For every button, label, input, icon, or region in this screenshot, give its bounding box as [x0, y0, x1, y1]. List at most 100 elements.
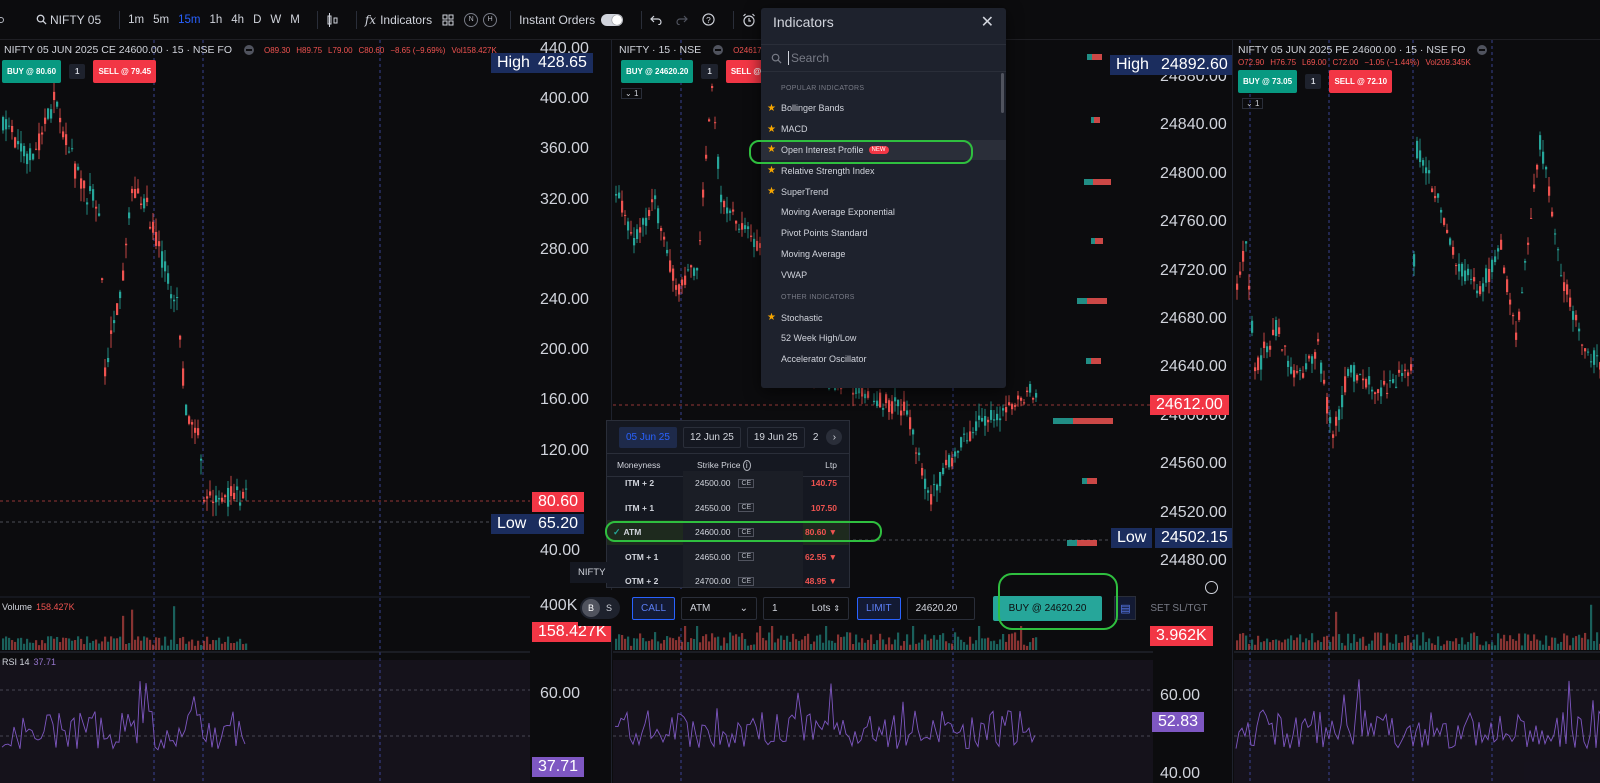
order-symbol-tab[interactable]: NIFTY [570, 562, 614, 583]
n-circle-button[interactable]: N [464, 12, 479, 27]
qty-box[interactable]: 1 [701, 64, 718, 79]
indicator-item[interactable]: VWAP [761, 264, 1006, 285]
place-buy-button[interactable]: BUY @ 24620.20 [992, 595, 1103, 621]
candle-body [149, 226, 152, 229]
strike-select[interactable]: ATM ⌄ [681, 596, 758, 620]
expiry-date-chip[interactable]: 19 Jun 25 [746, 426, 805, 448]
candle-body [1266, 346, 1269, 353]
indicator-item[interactable]: Moving Average Exponential [761, 202, 1006, 223]
indicator-item[interactable]: ★ Open Interest Profile NEW [761, 139, 1006, 161]
minimize-icon[interactable] [1205, 581, 1218, 594]
buy-button[interactable]: BUY @ 73.05 [1238, 70, 1298, 93]
sell-button[interactable]: SELL @ 79.45 [93, 60, 157, 83]
chart-type-icon[interactable] [326, 12, 338, 27]
timeframe-w[interactable]: W [270, 14, 281, 26]
chevron-right-icon[interactable]: › [826, 429, 843, 445]
volume-bar [38, 645, 41, 650]
indicator-item[interactable]: ★ SuperTrend [761, 181, 1006, 202]
volume-tag: 3.962K [1150, 626, 1213, 646]
volume-bar [1320, 642, 1323, 650]
candle-body [906, 410, 909, 415]
stepper-icon[interactable]: ⇕ [833, 604, 840, 613]
timeframe-15m[interactable]: 15m [178, 14, 200, 26]
set-sl-tgt-button[interactable]: SET SL/TGT [1150, 603, 1207, 614]
chain-row[interactable]: OTM + 1 24650.00 CE 62.55 ▼ [607, 544, 849, 569]
candle-body [1329, 417, 1332, 424]
document-icon[interactable]: ▤ [1114, 596, 1137, 620]
price-input[interactable]: 24620.20 [906, 596, 975, 620]
indicator-item[interactable]: Moving Average [761, 244, 1006, 265]
buy-button[interactable]: BUY @ 24620.20 [621, 60, 694, 83]
indicator-search-input[interactable]: Search [761, 44, 1006, 72]
toggle-switch[interactable] [601, 13, 624, 26]
volume-bar [879, 633, 882, 650]
volume-bar [170, 639, 173, 650]
settings-icon[interactable] [0, 14, 8, 26]
close-icon[interactable]: ✕ [981, 12, 994, 32]
candle-body [1308, 355, 1311, 359]
indicator-item[interactable]: ★ MACD [761, 119, 1006, 140]
qty-box[interactable]: 1 [69, 64, 86, 79]
timeframe-1h[interactable]: 1h [209, 14, 222, 26]
alarm-clock-icon[interactable] [742, 13, 756, 27]
left-chart-pane[interactable]: NIFTY 05 JUN 2025 CE 24600.00 · 15 · NSE… [0, 40, 612, 783]
timeframe-1m[interactable]: 1m [128, 14, 144, 26]
expiry-date-chip[interactable]: 05 Jun 25 [619, 426, 677, 448]
sell-button[interactable]: SELL @ 72.10 [1329, 70, 1393, 93]
buy-toggle[interactable]: B [582, 599, 600, 617]
indicator-item[interactable]: ★ Stochastic [761, 307, 1006, 328]
candle-body [894, 397, 897, 402]
indicator-item[interactable]: 52 Week High/Low [761, 328, 1006, 349]
timeframe-4h[interactable]: 4h [231, 14, 244, 26]
chain-row[interactable]: ITM + 1 24550.00 CE 107.50 [607, 495, 849, 520]
indicator-collapse-button[interactable]: ⌄ 1 [1242, 98, 1264, 109]
limit-button[interactable]: LIMIT [857, 596, 901, 620]
indicator-item[interactable]: ★ Bollinger Bands [761, 98, 1006, 119]
indicator-item[interactable]: Accelerator Oscillator [761, 349, 1006, 370]
volume-bar [1536, 639, 1539, 650]
candle-body [1254, 367, 1257, 372]
instant-orders-toggle[interactable]: Instant Orders [519, 13, 624, 27]
expiry-date-chip[interactable]: 12 Jun 25 [682, 426, 741, 448]
candle-body [990, 410, 993, 420]
collapse-icon[interactable] [1477, 45, 1488, 55]
volume-bar [98, 643, 101, 650]
candle-body [89, 186, 92, 192]
volume-bar [1368, 643, 1371, 650]
indicator-item[interactable]: Pivot Points Standard [761, 223, 1006, 244]
timeframe-5m[interactable]: 5m [153, 14, 169, 26]
h-circle-button[interactable]: H [483, 12, 498, 27]
indicator-item[interactable]: ★ Relative Strength Index [761, 160, 1006, 181]
chain-row[interactable]: OTM + 2 24700.00 CE 48.95 ▼ [607, 569, 849, 587]
indicator-collapse-button[interactable]: ⌄ 1 [621, 88, 643, 99]
help-icon[interactable]: ? [702, 13, 715, 26]
volume-bar [1485, 641, 1488, 650]
buy-sell-toggle[interactable]: B S [580, 597, 620, 619]
right-chart-pane[interactable]: NIFTY 05 JUN 2025 PE 24600.00 · 15 · NSE… [1234, 40, 1600, 783]
redo-icon[interactable] [676, 15, 688, 25]
expiry-date-chip[interactable]: 2 [811, 428, 821, 447]
collapse-icon[interactable] [713, 45, 724, 55]
layouts-icon[interactable] [442, 14, 454, 26]
rsi-value: 37.71 [33, 657, 57, 667]
symbol-search[interactable]: NIFTY 05 [36, 13, 101, 27]
volume-bar [1269, 642, 1272, 650]
buy-button[interactable]: BUY @ 80.60 [2, 60, 62, 83]
call-button[interactable]: CALL [632, 596, 676, 620]
indicators-button[interactable]: fx Indicators [365, 13, 432, 27]
sell-toggle[interactable]: S [600, 599, 618, 617]
oi-bar-put [1082, 478, 1087, 484]
undo-icon[interactable] [650, 15, 662, 25]
volume-bar [657, 641, 660, 650]
timeframe-d[interactable]: D [253, 14, 261, 26]
collapse-icon[interactable] [244, 45, 254, 55]
scrollbar[interactable] [1001, 73, 1004, 113]
volume-bar [891, 644, 894, 650]
timeframe-m[interactable]: M [290, 14, 300, 26]
chain-row[interactable]: ✓ ATM 24600.00 CE 80.60 ▼ [607, 520, 849, 545]
qty-box[interactable]: 1 [1305, 74, 1322, 89]
chain-row[interactable]: ITM + 2 24500.00 CE 140.75 [607, 471, 849, 496]
lots-input[interactable]: 1 Lots ⇕ [763, 596, 850, 620]
candle-body [92, 189, 95, 201]
divider [355, 10, 357, 29]
